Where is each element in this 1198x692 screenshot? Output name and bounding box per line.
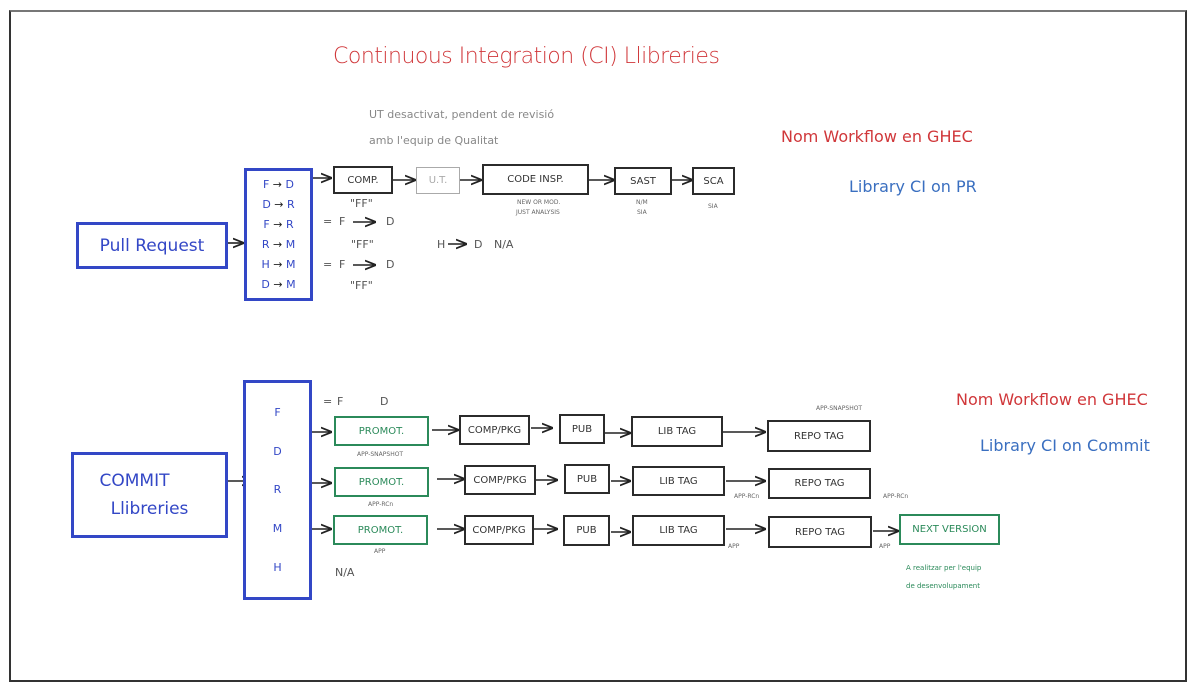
next-version-note-2: de desenvolupament [906, 582, 980, 590]
step-label: PROMOT. [358, 476, 405, 488]
row3-repo-tag[interactable]: REPO TAG [768, 516, 872, 548]
step-label: CODE INSP. [507, 174, 564, 185]
row1-promote-note: APP-SNAPSHOT [357, 451, 404, 458]
commit-workflow-name: Library CI on Commit [980, 436, 1150, 455]
step-label: U.T. [428, 175, 448, 186]
ff-annotation: "FF" [350, 279, 373, 292]
row1-promote[interactable]: PROMOT. [334, 416, 429, 446]
step-label: PUB [571, 423, 593, 435]
pr-step-sca[interactable]: SCA [692, 167, 735, 195]
ff-annotation: "FF" [351, 238, 374, 251]
next-version-node[interactable]: NEXT VERSION [899, 514, 1000, 545]
row1-pub[interactable]: PUB [559, 414, 605, 444]
hd-to: D [474, 238, 483, 251]
pr-step-ut[interactable]: U.T. [416, 167, 460, 194]
pr-branch-pair: D → R [262, 198, 295, 212]
row1-repo-tag[interactable]: REPO TAG [767, 420, 871, 452]
commit-workflow-label: Nom Workflow en GHEC [956, 390, 1148, 409]
row3-promote-note: APP [374, 548, 386, 555]
row2-lib-tag[interactable]: LIB TAG [632, 466, 725, 496]
commit-branch: R [273, 483, 282, 497]
row3-comp-pkg[interactable]: COMP/PKG [464, 515, 534, 545]
eq-sign: = [323, 395, 333, 408]
step-label: PUB [576, 525, 597, 536]
ut-note-line-1: UT desactivat, pendent de revisió [369, 108, 555, 121]
row2-promote-note: APP-RCn [368, 501, 394, 508]
pr-branches-node[interactable]: F → D D → R F → R R → M H → M D → M [244, 168, 313, 301]
step-label: REPO TAG [794, 526, 846, 538]
eq-from: F [339, 258, 346, 271]
canvas-frame [9, 10, 1187, 682]
row2-comp-pkg[interactable]: COMP/PKG [464, 465, 536, 495]
step-label: PUB [576, 473, 598, 485]
pr-branch-pair: R → M [261, 237, 296, 251]
step-label: NEXT VERSION [912, 524, 987, 535]
code-insp-note-1: NEW OR MOD. [517, 199, 561, 206]
pr-step-comp[interactable]: COMP. [333, 166, 393, 194]
commit-branch: D [273, 444, 282, 458]
ff-annotation: "FF" [350, 197, 373, 210]
step-label: COMP/PKG [473, 474, 527, 486]
row3-pub[interactable]: PUB [563, 515, 610, 546]
h-branch-note: N/A [335, 566, 355, 579]
eq-to: D [386, 215, 395, 228]
step-label: PROMOT. [358, 425, 405, 437]
eq-from: F [337, 395, 344, 408]
step-label: SCA [703, 175, 724, 187]
code-insp-note-2: JUST ANALYSIS [516, 209, 560, 216]
eq-sign: = [323, 215, 333, 228]
row2-pub[interactable]: PUB [564, 464, 610, 494]
commit-branch: F [274, 405, 281, 419]
row2-repo-tag[interactable]: REPO TAG [768, 468, 871, 499]
row3-promote[interactable]: PROMOT. [333, 515, 428, 545]
row3-after-repo-note: APP [879, 543, 891, 550]
pr-branch-pair: F → R [263, 218, 294, 232]
eq-sign: = [323, 258, 333, 271]
row2-lib-tag-note: APP-RCn [734, 493, 760, 500]
eq-to: D [380, 395, 389, 408]
pr-step-code-insp[interactable]: CODE INSP. [482, 164, 589, 195]
pr-workflow-name: Library CI on PR [849, 177, 977, 196]
sast-note-2: SIA [637, 209, 647, 216]
row1-comp-pkg[interactable]: COMP/PKG [459, 415, 530, 445]
row2-after-repo-note: APP-RCn [883, 493, 909, 500]
step-label: SAST [630, 175, 656, 187]
commit-branches-node[interactable]: F D R M H [243, 380, 312, 600]
pr-branch-pair: F → D [262, 178, 295, 192]
sca-note: SIA [708, 203, 718, 210]
pull-request-label: Pull Request [99, 235, 205, 256]
step-label: LIB TAG [657, 426, 697, 437]
row2-promote[interactable]: PROMOT. [334, 467, 429, 497]
step-label: REPO TAG [794, 478, 845, 489]
commit-branch: M [272, 522, 283, 536]
step-label: COMP/PKG [467, 424, 522, 436]
step-label: LIB TAG [659, 475, 698, 487]
row3-lib-tag[interactable]: LIB TAG [632, 515, 725, 546]
hd-from: H [437, 238, 446, 251]
eq-to: D [386, 258, 395, 271]
ut-note-line-2: amb l'equip de Qualitat [369, 134, 499, 147]
pr-branch-pair: H → M [261, 257, 296, 271]
pr-branch-pair: D → M [261, 277, 296, 291]
row1-lib-tag[interactable]: LIB TAG [631, 416, 723, 447]
sast-note-1: N/M [636, 199, 648, 206]
step-label: REPO TAG [793, 430, 845, 442]
commit-branch: H [273, 561, 282, 575]
pull-request-node[interactable]: Pull Request [76, 222, 228, 269]
commit-label-line-1: COMMIT [99, 471, 170, 491]
step-label: COMP/PKG [472, 524, 526, 536]
pr-step-sast[interactable]: SAST [614, 167, 672, 195]
commit-label-line-2: Llibreries [110, 499, 189, 519]
pr-workflow-label: Nom Workflow en GHEC [781, 127, 973, 146]
hd-note: N/A [494, 238, 514, 251]
eq-from: F [339, 215, 346, 228]
step-label: COMP. [347, 174, 379, 186]
step-label: LIB TAG [659, 525, 698, 536]
step-label: PROMOT. [357, 524, 404, 536]
row3-lib-tag-note: APP [728, 543, 740, 550]
commit-node[interactable]: COMMIT Llibreries [71, 452, 228, 538]
page-title: Continuous Integration (CI) Llibreries [333, 44, 720, 69]
next-version-note-1: A realitzar per l'equip [906, 564, 982, 572]
row1-repo-tag-note: APP-SNAPSHOT [816, 405, 863, 412]
